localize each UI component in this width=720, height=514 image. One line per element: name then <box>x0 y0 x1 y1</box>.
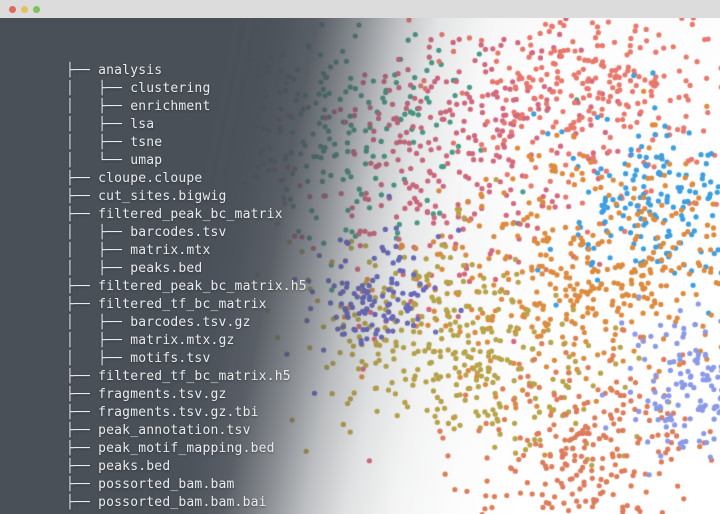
file-tree-line: │ ├── barcodes.tsv <box>66 225 227 240</box>
file-tree-line: ├── filtered_tf_bc_matrix <box>66 297 267 312</box>
file-tree-line: │ ├── barcodes.tsv.gz <box>66 315 251 330</box>
traffic-lights <box>9 5 40 13</box>
file-tree-line: ├── fragments.tsv.gz <box>66 387 227 402</box>
file-tree-line: │ └── umap <box>66 153 163 168</box>
file-tree-line: │ ├── matrix.mtx <box>66 243 211 258</box>
file-tree-line: ├── peaks.bed <box>66 459 171 474</box>
file-tree-line: │ ├── motifs.tsv <box>66 351 211 366</box>
file-tree-line: ├── analysis <box>66 63 163 78</box>
window-titlebar[interactable] <box>0 0 720 18</box>
file-tree-line: │ ├── enrichment <box>66 99 211 114</box>
file-tree-line: ├── possorted_bam.bam.bai <box>66 495 267 510</box>
file-tree-line: │ ├── peaks.bed <box>66 261 203 276</box>
minimize-button[interactable] <box>21 5 28 13</box>
file-tree-line: ├── filtered_peak_bc_matrix <box>66 207 283 222</box>
file-tree-line: ├── filtered_peak_bc_matrix.h5 <box>66 279 307 294</box>
zoom-button[interactable] <box>33 5 40 13</box>
app-window: ├── analysis │ ├── clustering │ ├── enrich… <box>0 0 720 514</box>
file-tree-line: ├── peak_motif_mapping.bed <box>66 441 275 456</box>
file-tree-line: ├── fragments.tsv.gz.tbi <box>66 405 259 420</box>
file-tree-line: │ ├── matrix.mtx.gz <box>66 333 235 348</box>
close-button[interactable] <box>9 5 16 13</box>
file-tree-line: │ ├── tsne <box>66 135 163 150</box>
file-tree-line: ├── possorted_bam.bam <box>66 477 235 492</box>
file-tree-output: ├── analysis │ ├── clustering │ ├── enrich… <box>0 18 720 514</box>
file-tree-line: ├── cloupe.cloupe <box>66 171 203 186</box>
file-tree-line: ├── cut_sites.bigwig <box>66 189 227 204</box>
file-tree-line: ├── peak_annotation.tsv <box>66 423 251 438</box>
file-tree-line: │ ├── clustering <box>66 81 211 96</box>
file-tree-line: ├── filtered_tf_bc_matrix.h5 <box>66 369 291 384</box>
file-tree-line: │ ├── lsa <box>66 117 155 132</box>
